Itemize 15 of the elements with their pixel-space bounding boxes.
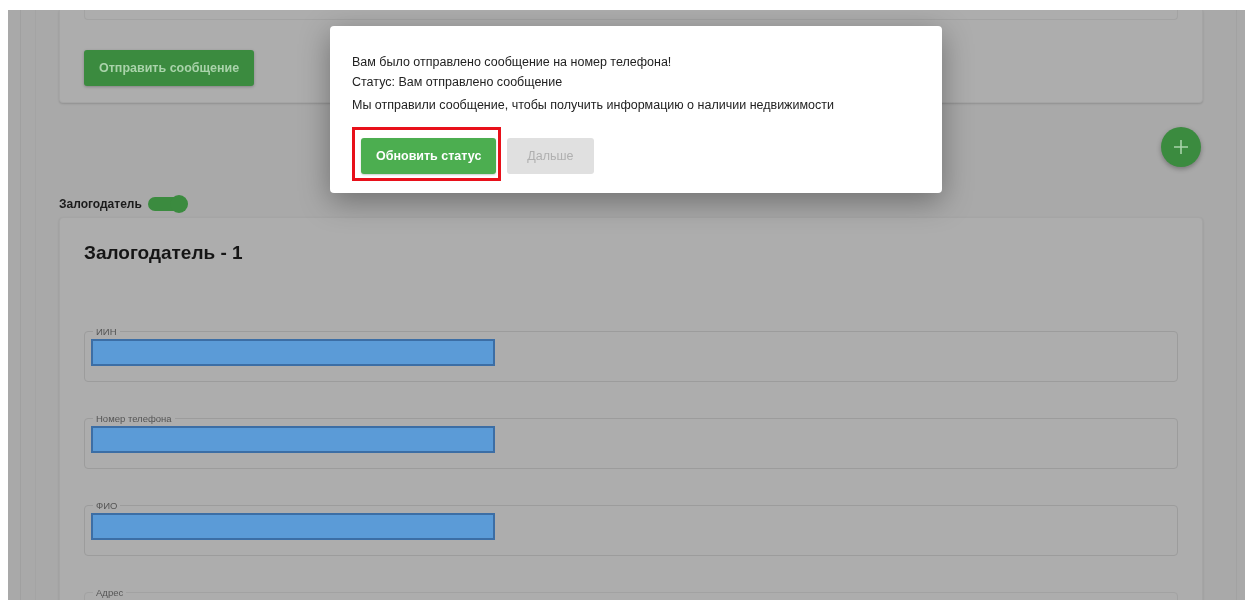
dialog-message: Мы отправили сообщение, чтобы получить информацию о наличии недвижимости <box>352 97 835 114</box>
input-field[interactable] <box>84 10 1178 20</box>
plus-icon <box>1173 139 1189 155</box>
input-field[interactable]: ФИО <box>84 500 1178 556</box>
input-field[interactable]: ИИН <box>84 326 1178 382</box>
add-button[interactable] <box>1161 127 1201 167</box>
dialog-message: Вам было отправлено сообщение на номер телефона! <box>352 54 673 71</box>
update-status-button[interactable]: Обновить статус <box>361 138 497 174</box>
dialog-message: Статус: Вам отправлено сообщение <box>352 74 564 91</box>
input-field[interactable]: Номер телефона <box>84 413 1178 469</box>
section-label: Залогодатель <box>59 196 142 213</box>
card-title: Залогодатель - 1 <box>84 242 244 265</box>
send-message-button[interactable]: Отправить сообщение <box>84 50 255 86</box>
input-field[interactable]: Адрес <box>84 587 1178 600</box>
toggle-switch[interactable] <box>147 197 186 211</box>
